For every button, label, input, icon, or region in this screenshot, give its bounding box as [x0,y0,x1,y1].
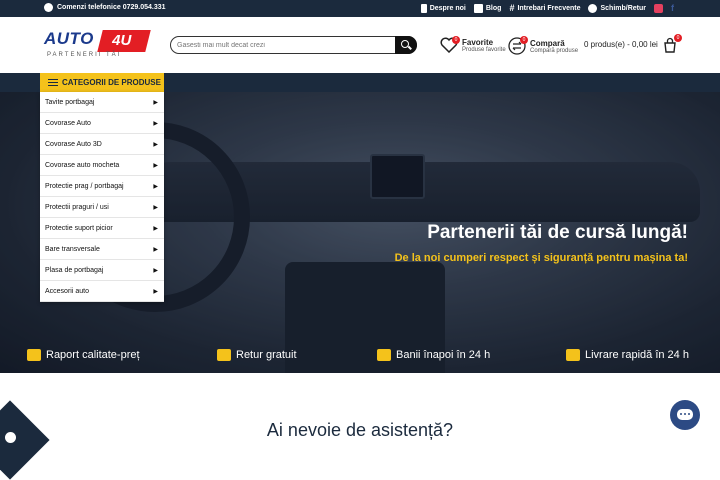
category-menu: Tavite portbagaj ▶ Covorase Auto ▶ Covoras… [40,92,164,302]
compare-link[interactable]: 0 Compară Compară produse [508,36,579,55]
feature-quality: Raport calitate-preț [27,349,140,361]
phone-info[interactable]: Comenzi telefonice 0729.054.331 [44,3,166,12]
category-item[interactable]: Protectie prag / portbagaj ▶ [40,176,164,197]
money-icon [377,349,391,361]
feature-money-back: Banii înapoi în 24 h [377,349,490,361]
link-despre-noi[interactable]: Despre noi [420,3,466,13]
blog-icon [473,3,483,13]
category-item[interactable]: Covorase Auto 3D ▶ [40,134,164,155]
facebook-icon[interactable]: f [671,3,674,13]
logo-tagline: PARTENERII TĂI [47,52,122,58]
category-item[interactable]: Protectie suport picior ▶ [40,218,164,239]
chevron-right-icon: ▶ [153,267,158,274]
chevron-right-icon: ▶ [153,225,158,232]
category-item[interactable]: Accesorii auto ▶ [40,281,164,302]
category-item[interactable]: Plasa de portbagaj ▶ [40,260,164,281]
category-item[interactable]: Covorase Auto ▶ [40,113,164,134]
logo[interactable]: AUTO 4U PARTENERII TĂI [44,29,151,61]
compare-title: Compară [530,38,565,48]
chevron-right-icon: ▶ [153,120,158,127]
link-blog[interactable]: Blog [473,3,501,13]
clock-icon [44,3,53,12]
favorite-link[interactable]: 0 Favorite Produse favorite [440,36,506,53]
hero-title: Partenerii tăi de cursă lungă! [427,222,688,243]
logo-text: AUTO [44,29,94,48]
chevron-right-icon: ▶ [153,141,158,148]
category-item[interactable]: Covorase auto mocheta ▶ [40,155,164,176]
chat-icon[interactable] [670,400,700,430]
compare-subtitle: Compară produse [530,47,579,54]
hero-subtitle: De la noi cumperi respect și siguranță p… [394,252,688,264]
search-bar [170,36,417,54]
thumbs-up-icon [27,349,41,361]
logo-badge: 4U [97,30,151,52]
top-links: Despre noi Blog # Intrebari Frecvente Sch… [420,3,674,13]
categories-button[interactable]: CATEGORII DE PRODUSE [40,73,164,92]
search-input[interactable] [177,39,392,51]
categories-label: CATEGORII DE PRODUSE [62,78,161,87]
instagram-icon[interactable] [654,3,663,13]
chevron-right-icon: ▶ [153,204,158,211]
cart-summary[interactable]: 0 produs(e) - 0,00 lei [584,40,658,49]
chevron-right-icon: ▶ [153,288,158,295]
category-item[interactable]: Bare transversale ▶ [40,239,164,260]
category-item[interactable]: Protectii praguri / usi ▶ [40,197,164,218]
top-bar: Comenzi telefonice 0729.054.331 Despre n… [0,0,720,17]
chevron-right-icon: ▶ [153,99,158,106]
favorite-subtitle: Produse favorite [462,46,506,53]
cookie-icon[interactable] [5,432,16,443]
link-schimb-retur[interactable]: Schimb/Retur [588,3,646,13]
compare-count: 0 [520,36,528,44]
chevron-right-icon: ▶ [153,246,158,253]
assistance-heading: Ai nevoie de asistență? [266,420,454,440]
truck-icon [566,349,580,361]
chevron-right-icon: ▶ [153,162,158,169]
category-item[interactable]: Tavite portbagaj ▶ [40,92,164,113]
menu-icon [48,79,58,86]
link-faq[interactable]: # Intrebari Frecvente [509,3,580,13]
chevron-right-icon: ▶ [153,183,158,190]
header: AUTO 4U PARTENERII TĂI 0 FavoriteProduse… [0,17,720,73]
features-strip: Raport calitate-preț Retur gratuit Banii… [0,345,720,369]
feature-return: Retur gratuit [217,349,297,361]
search-button[interactable] [395,36,417,54]
cart-count: 0 [674,34,682,42]
favorite-title: Favorite [462,37,494,47]
feature-delivery: Livrare rapidă în 24 h [566,349,689,361]
return-icon [217,349,231,361]
exchange-icon [588,3,598,13]
hashtag-icon: # [509,3,515,13]
favorite-count: 0 [452,36,460,44]
phone-text: Comenzi telefonice 0729.054.331 [57,4,166,11]
bookmark-icon [420,3,427,13]
